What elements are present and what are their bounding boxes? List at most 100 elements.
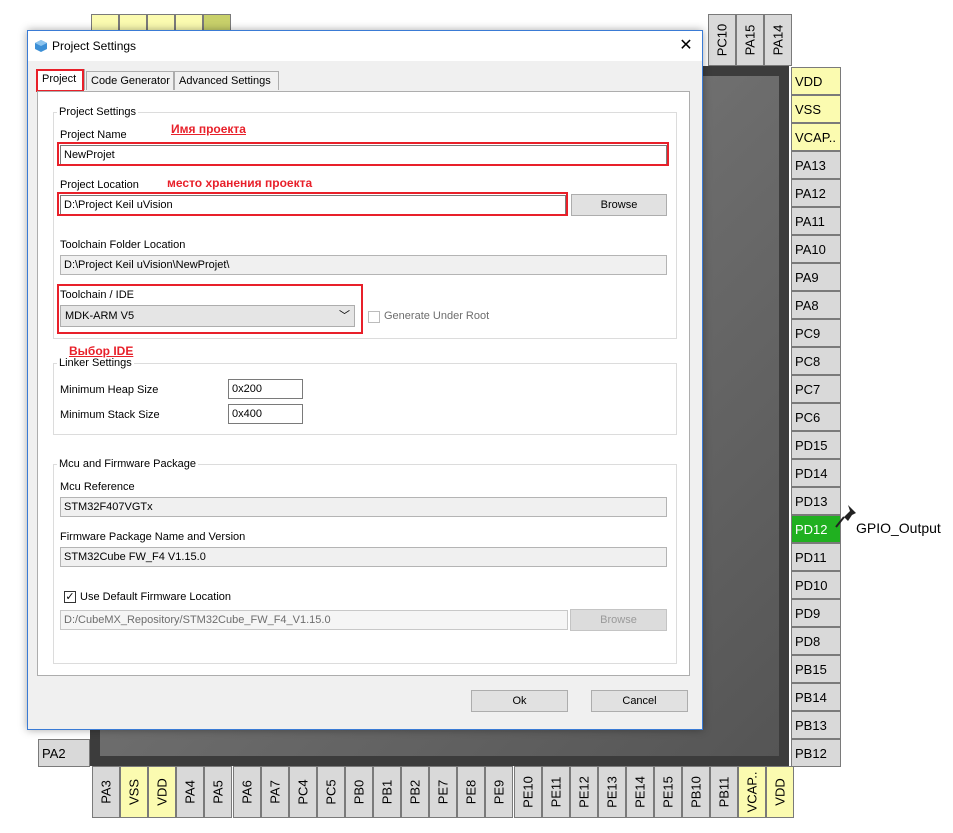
pin-pb11[interactable]: PB11 xyxy=(710,766,739,818)
annotation-project-name: Имя проекта xyxy=(171,122,246,136)
project-name-label: Project Name xyxy=(60,129,127,141)
pin-pb2[interactable]: PB2 xyxy=(401,766,430,818)
min-heap-label: Minimum Heap Size xyxy=(60,384,159,396)
pin-pa3[interactable]: PA3 xyxy=(92,766,120,818)
pin-pa13[interactable]: PA13 xyxy=(791,151,841,179)
mcu-firmware-group-title: Mcu and Firmware Package xyxy=(57,458,198,470)
dialog-title: Project Settings xyxy=(52,39,137,53)
pin-pe10[interactable]: PE10 xyxy=(513,766,542,818)
pin-pd11[interactable]: PD11 xyxy=(791,543,841,571)
pin-pa11[interactable]: PA11 xyxy=(791,207,841,235)
tab-code-generator[interactable]: Code Generator xyxy=(86,71,174,90)
pin-pb2-label: PB2 xyxy=(407,779,423,805)
toolchain-folder-input[interactable]: D:\Project Keil uVision\NewProjet\ xyxy=(60,255,667,275)
pin-pc10[interactable]: PC10 xyxy=(708,14,736,66)
pin-pe12-label: PE12 xyxy=(576,776,592,808)
mcu-reference-input[interactable]: STM32F407VGTx xyxy=(60,497,667,517)
pin-vss[interactable]: VSS xyxy=(791,95,841,123)
ok-button[interactable]: Ok xyxy=(471,690,568,712)
pin-pa12[interactable]: PA12 xyxy=(791,179,841,207)
pin-pc6[interactable]: PC6 xyxy=(791,403,841,431)
pin-pc7[interactable]: PC7 xyxy=(791,375,841,403)
pin-pd9[interactable]: PD9 xyxy=(791,599,841,627)
pushpin-icon xyxy=(835,505,856,528)
pin-pb15[interactable]: PB15 xyxy=(791,655,841,683)
tab-advanced-settings[interactable]: Advanced Settings xyxy=(174,71,279,90)
min-heap-input[interactable]: 0x200 xyxy=(228,379,303,399)
pin-pb0-label: PB0 xyxy=(351,779,367,805)
pin-pa8[interactable]: PA8 xyxy=(791,291,841,319)
annotation-highlight-toolchain-ide xyxy=(57,284,363,334)
pin-pb10-label: PB10 xyxy=(688,776,704,808)
pin-pe9[interactable]: PE9 xyxy=(485,766,514,818)
pin-vss[interactable]: VSS xyxy=(120,766,149,818)
pin-pa4[interactable]: PA4 xyxy=(176,766,205,818)
pin-vdd-label: VDD xyxy=(772,778,788,806)
pin-pc5[interactable]: PC5 xyxy=(316,766,345,818)
pin-pb1-label: PB1 xyxy=(379,779,395,805)
min-stack-input[interactable]: 0x400 xyxy=(228,404,303,424)
pin-pa5[interactable]: PA5 xyxy=(204,766,233,818)
pin-pd10[interactable]: PD10 xyxy=(791,571,841,599)
pin-pa15[interactable]: PA15 xyxy=(736,14,764,66)
pin-pe13[interactable]: PE13 xyxy=(597,766,626,818)
pin-vdd[interactable]: VDD xyxy=(791,67,841,95)
project-location-browse-button[interactable]: Browse xyxy=(571,194,667,216)
firmware-location-browse-button[interactable]: Browse xyxy=(570,609,667,631)
pin-pe8[interactable]: PE8 xyxy=(457,766,486,818)
pin-pc9[interactable]: PC9 xyxy=(791,319,841,347)
use-default-firmware-label: Use Default Firmware Location xyxy=(80,591,232,603)
min-stack-label: Minimum Stack Size xyxy=(60,409,160,421)
pin-pd8[interactable]: PD8 xyxy=(791,627,841,655)
pin-vcap-label: VCAP.. xyxy=(744,771,760,813)
pin-pd15[interactable]: PD15 xyxy=(791,431,841,459)
pin-pa9[interactable]: PA9 xyxy=(791,263,841,291)
firmware-location-input[interactable]: D:/CubeMX_Repository/STM32Cube_FW_F4_V1.… xyxy=(60,610,568,630)
pin-pa15-label: PA15 xyxy=(742,24,758,56)
pin-pe9-label: PE9 xyxy=(491,779,507,805)
pin-pc4[interactable]: PC4 xyxy=(288,766,317,818)
pin-vcap[interactable]: VCAP.. xyxy=(738,766,767,818)
pin-pe14[interactable]: PE14 xyxy=(625,766,654,818)
pin-pa6-label: PA6 xyxy=(239,780,254,804)
pin-pe12[interactable]: PE12 xyxy=(569,766,598,818)
pin-pe15-label: PE15 xyxy=(660,776,676,808)
firmware-package-input[interactable]: STM32Cube FW_F4 V1.15.0 xyxy=(60,547,667,567)
use-default-firmware-checkbox[interactable]: ✓ xyxy=(64,591,76,603)
pin-pe11[interactable]: PE11 xyxy=(541,766,570,818)
pin-pb12[interactable]: PB12 xyxy=(791,739,841,767)
pin-vdd[interactable]: VDD xyxy=(766,766,795,818)
mcu-reference-label: Mcu Reference xyxy=(60,481,135,493)
project-settings-group-title: Project Settings xyxy=(57,106,139,118)
annotation-highlight-project-name xyxy=(57,142,669,166)
pin-pa2[interactable]: PA2 xyxy=(38,739,90,767)
pin-pe7[interactable]: PE7 xyxy=(429,766,458,818)
generate-under-root-label: Generate Under Root xyxy=(384,310,490,322)
pin-pd14[interactable]: PD14 xyxy=(791,459,841,487)
pin-pc8[interactable]: PC8 xyxy=(791,347,841,375)
pin-vdd[interactable]: VDD xyxy=(148,766,177,818)
pin-pb0[interactable]: PB0 xyxy=(344,766,373,818)
pin-pa6[interactable]: PA6 xyxy=(232,766,261,818)
pin-pe15[interactable]: PE15 xyxy=(654,766,682,818)
pin-pb1[interactable]: PB1 xyxy=(373,766,401,818)
pin-pa7[interactable]: PA7 xyxy=(260,766,289,818)
annotation-project-location: место хранения проекта xyxy=(167,176,313,190)
pin-pe8-label: PE8 xyxy=(463,779,479,805)
cancel-button[interactable]: Cancel xyxy=(591,690,688,712)
project-settings-dialog: Project Settings ✕ Project Code Generato… xyxy=(27,30,703,730)
tab-panel-project: Project Settings Project Name NewProjet … xyxy=(37,91,690,676)
annotation-highlight-project-tab xyxy=(36,69,84,92)
pin-pa14[interactable]: PA14 xyxy=(764,14,792,66)
pin-vcap[interactable]: VCAP.. xyxy=(791,123,841,151)
firmware-package-label: Firmware Package Name and Version xyxy=(60,531,246,543)
pin-pb14[interactable]: PB14 xyxy=(791,683,841,711)
pin-pb13[interactable]: PB13 xyxy=(791,711,841,739)
generate-under-root-checkbox[interactable] xyxy=(368,311,380,323)
pin-pb10[interactable]: PB10 xyxy=(682,766,711,818)
toolchain-folder-label: Toolchain Folder Location xyxy=(60,239,186,251)
close-icon[interactable]: ✕ xyxy=(670,31,702,61)
pin-pa10[interactable]: PA10 xyxy=(791,235,841,263)
project-location-label: Project Location xyxy=(60,179,139,191)
pin-pe13-label: PE13 xyxy=(604,776,620,808)
